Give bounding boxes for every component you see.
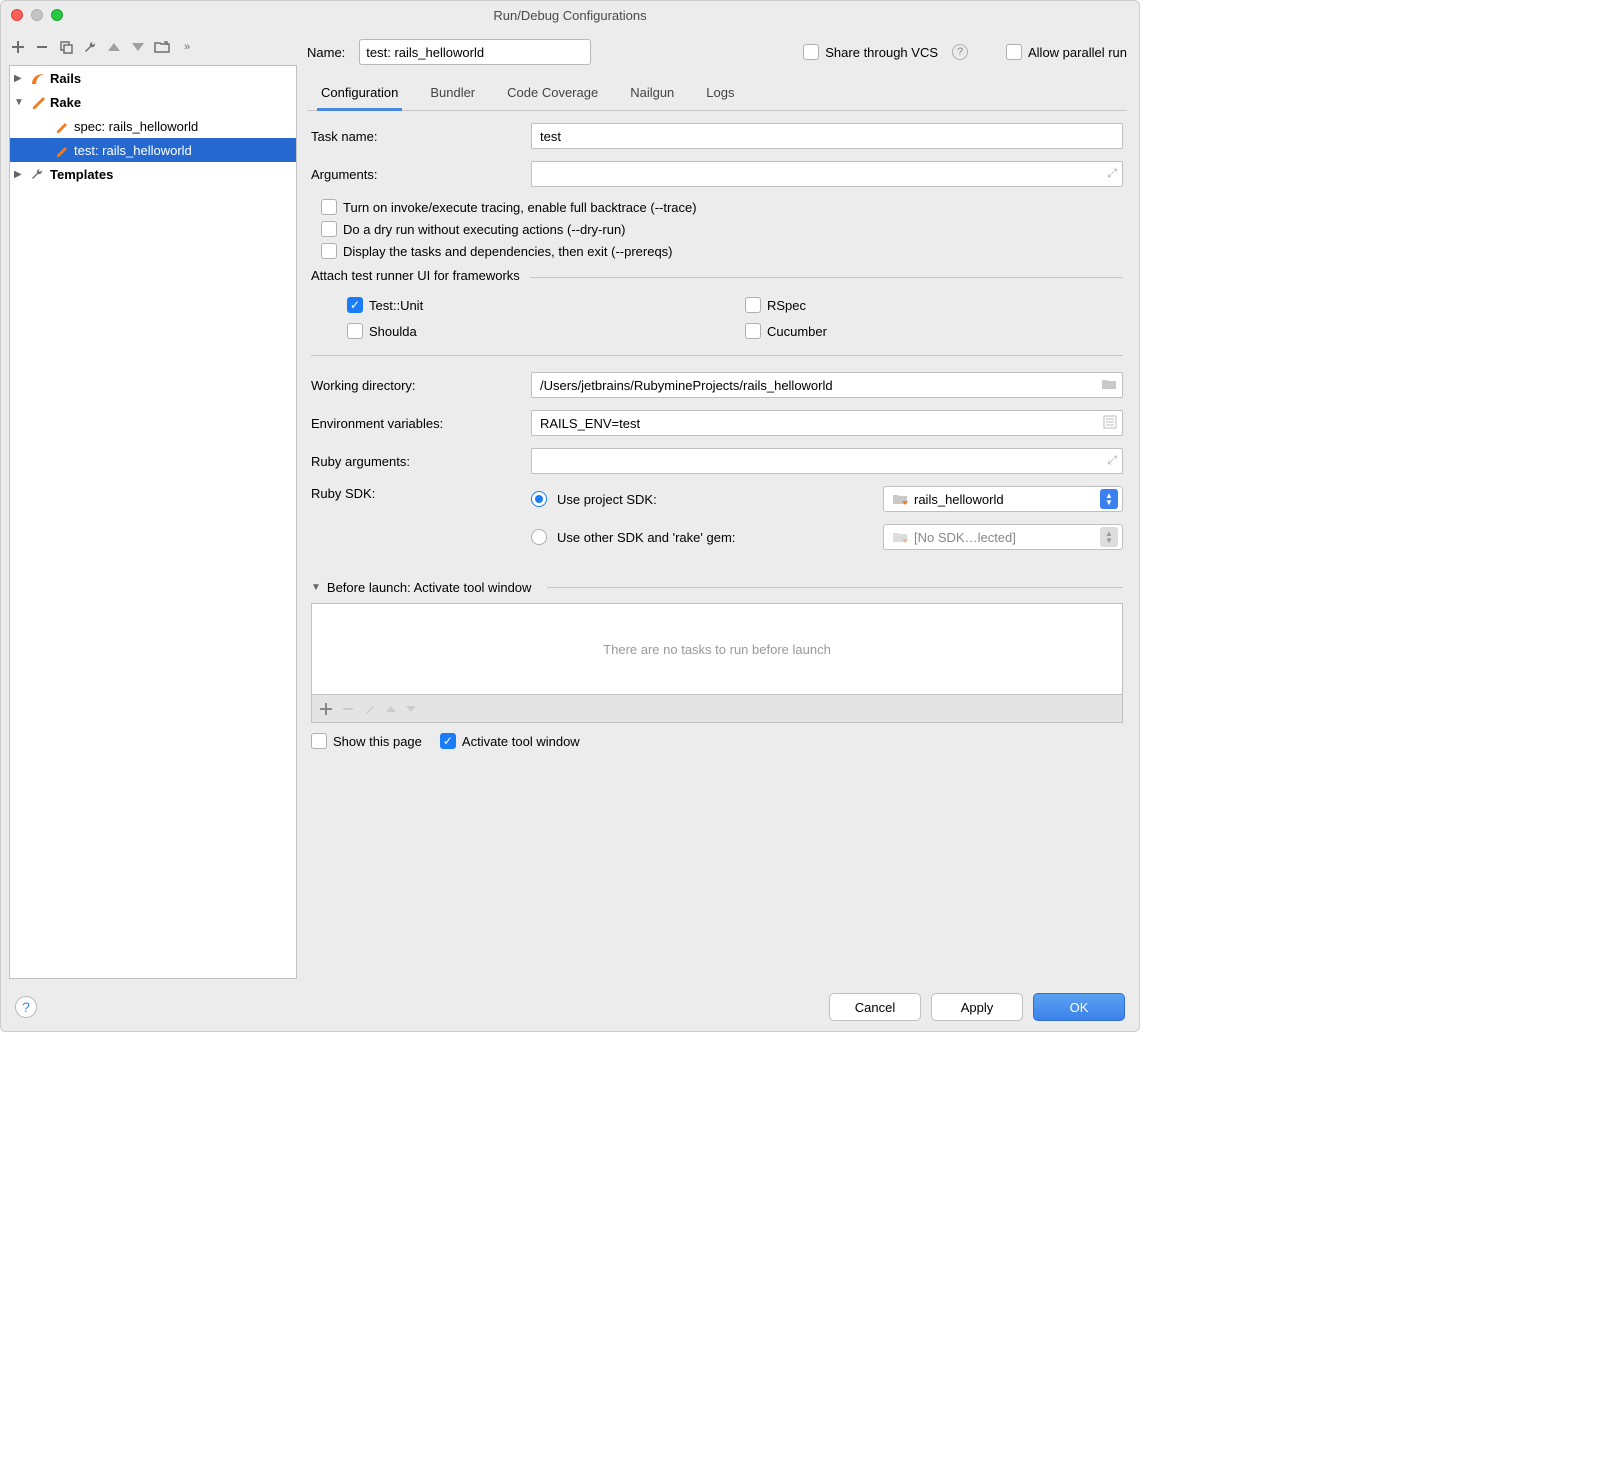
shoulda-checkbox[interactable]: Shoulda [347, 323, 725, 339]
project-sdk-select[interactable]: rails_helloworld ▲▼ [883, 486, 1123, 512]
tree-label: spec: rails_helloworld [74, 119, 198, 134]
before-launch-header[interactable]: ▼ Before launch: Activate tool window [311, 580, 1123, 595]
rake-icon [30, 94, 46, 110]
cancel-button[interactable]: Cancel [829, 993, 921, 1021]
expand-field-icon[interactable]: ⤢ [1107, 453, 1117, 468]
cucumber-checkbox[interactable]: Cucumber [745, 323, 1123, 339]
window-close-button[interactable] [11, 9, 23, 21]
tab-code-coverage[interactable]: Code Coverage [503, 77, 602, 111]
move-up-icon[interactable] [105, 38, 123, 56]
titlebar: Run/Debug Configurations [1, 1, 1139, 29]
tree-label: Rails [50, 71, 81, 86]
working-dir-input[interactable] [531, 372, 1123, 398]
move-up-icon[interactable] [386, 706, 396, 712]
tree-node-rails[interactable]: ▶ Rails [10, 66, 296, 90]
working-dir-label: Working directory: [311, 378, 521, 393]
before-launch-list: There are no tasks to run before launch [311, 603, 1123, 695]
ruby-args-input[interactable] [531, 448, 1123, 474]
test-unit-checkbox[interactable]: ✓Test::Unit [347, 297, 725, 313]
use-other-sdk-label: Use other SDK and 'rake' gem: [557, 530, 873, 545]
copy-config-icon[interactable] [57, 38, 75, 56]
edit-list-icon[interactable] [1103, 415, 1117, 429]
trace-checkbox[interactable]: Turn on invoke/execute tracing, enable f… [321, 199, 697, 215]
task-name-input[interactable] [531, 123, 1123, 149]
dry-run-checkbox[interactable]: Do a dry run without executing actions (… [321, 221, 626, 237]
folder-icon [892, 492, 908, 506]
window-title: Run/Debug Configurations [11, 8, 1129, 23]
arguments-input[interactable] [531, 161, 1123, 187]
folder-icon [892, 530, 908, 544]
chevron-right-icon: ▶ [14, 169, 26, 180]
tab-configuration[interactable]: Configuration [317, 77, 402, 111]
wrench-icon [30, 167, 46, 181]
chevron-right-icon: ▶ [14, 73, 26, 84]
env-vars-input[interactable] [531, 410, 1123, 436]
help-icon[interactable]: ? [952, 44, 968, 60]
arguments-label: Arguments: [311, 167, 521, 182]
show-this-page-checkbox[interactable]: Show this page [311, 733, 422, 749]
select-arrows-icon: ▲▼ [1100, 527, 1118, 547]
tree-label: Rake [50, 95, 81, 110]
window-minimize-button[interactable] [31, 9, 43, 21]
tab-nailgun[interactable]: Nailgun [626, 77, 678, 111]
tree-node-rake[interactable]: ▼ Rake [10, 90, 296, 114]
frameworks-title: Attach test runner UI for frameworks [311, 268, 530, 283]
before-launch-toolbar [311, 695, 1123, 723]
remove-config-icon[interactable] [33, 38, 51, 56]
move-down-icon[interactable] [129, 38, 147, 56]
window-zoom-button[interactable] [51, 9, 63, 21]
tab-bundler[interactable]: Bundler [426, 77, 479, 111]
tree-node-spec[interactable]: spec: rails_helloworld [10, 114, 296, 138]
share-vcs-label: Share through VCS [825, 45, 938, 60]
tree-node-templates[interactable]: ▶ Templates [10, 162, 296, 186]
select-arrows-icon: ▲▼ [1100, 489, 1118, 509]
use-project-sdk-radio[interactable] [531, 491, 547, 507]
tab-logs[interactable]: Logs [702, 77, 738, 111]
remove-task-icon[interactable] [342, 703, 354, 715]
share-vcs-checkbox[interactable]: Share through VCS [803, 44, 938, 60]
allow-parallel-label: Allow parallel run [1028, 45, 1127, 60]
name-label: Name: [307, 45, 345, 60]
rake-task-icon [54, 118, 70, 134]
ok-button[interactable]: OK [1033, 993, 1125, 1021]
config-tabs: Configuration Bundler Code Coverage Nail… [307, 77, 1127, 111]
use-project-sdk-label: Use project SDK: [557, 492, 873, 507]
allow-parallel-checkbox[interactable]: Allow parallel run [1006, 44, 1127, 60]
rails-icon [30, 70, 46, 86]
add-task-icon[interactable] [320, 703, 332, 715]
rake-task-icon [54, 142, 70, 158]
env-vars-label: Environment variables: [311, 416, 521, 431]
browse-folder-icon[interactable] [1101, 377, 1117, 391]
tree-node-test[interactable]: test: rails_helloworld [10, 138, 296, 162]
wrench-icon[interactable] [81, 38, 99, 56]
folder-icon[interactable] [153, 38, 171, 56]
name-input[interactable] [359, 39, 591, 65]
use-other-sdk-radio[interactable] [531, 529, 547, 545]
move-down-icon[interactable] [406, 706, 416, 712]
ruby-sdk-label: Ruby SDK: [311, 486, 521, 501]
task-name-label: Task name: [311, 129, 521, 144]
expand-field-icon[interactable]: ⤢ [1107, 166, 1117, 181]
chevron-down-icon: ▼ [311, 582, 321, 593]
other-sdk-select: [No SDK…lected] ▲▼ [883, 524, 1123, 550]
ruby-args-label: Ruby arguments: [311, 454, 521, 469]
prereqs-checkbox[interactable]: Display the tasks and dependencies, then… [321, 243, 673, 259]
expand-toolbar-icon[interactable]: » [177, 38, 195, 56]
activate-tool-window-checkbox[interactable]: ✓Activate tool window [440, 733, 580, 749]
help-button[interactable]: ? [15, 996, 37, 1018]
tree-label: test: rails_helloworld [74, 143, 192, 158]
config-tree[interactable]: ▶ Rails ▼ Rake spec: rails_helloworld [9, 65, 297, 979]
chevron-down-icon: ▼ [14, 97, 26, 108]
rspec-checkbox[interactable]: RSpec [745, 297, 1123, 313]
tree-label: Templates [50, 167, 113, 182]
sidebar-toolbar: » [1, 29, 301, 65]
apply-button[interactable]: Apply [931, 993, 1023, 1021]
edit-task-icon[interactable] [364, 703, 376, 715]
add-config-icon[interactable] [9, 38, 27, 56]
